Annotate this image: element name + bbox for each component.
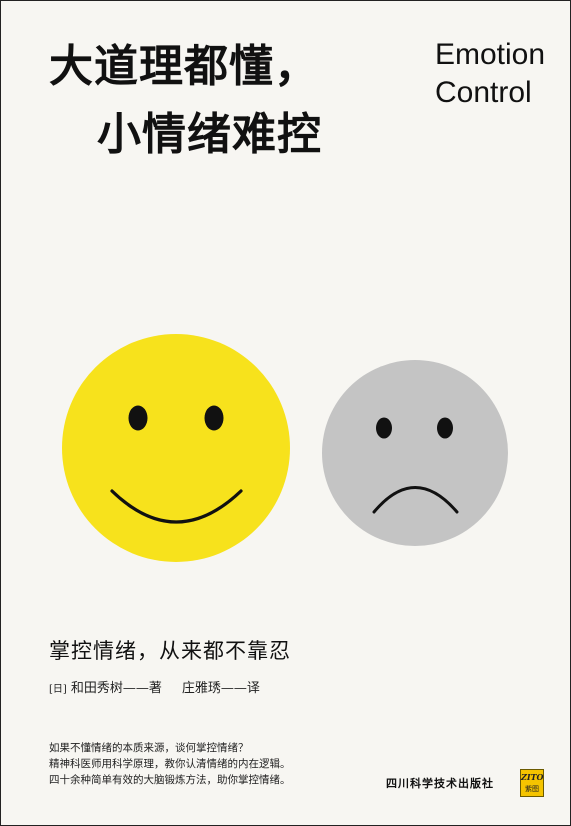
happy-face-right-eye [204,405,224,431]
publisher-name: 四川科学技术出版社 [386,777,494,790]
happy-face-disc [62,334,290,562]
imprint-logo-mark: ZITO [521,772,544,782]
imprint-logo-icon: ZITO 紫图 [520,769,544,797]
author-credits: [日] 和田秀树——著 庄雅琇——译 [49,677,260,696]
slogan: 掌控情绪，从来都不靠忍 [49,639,291,663]
blurb-line-1: 如果不懂情绪的本质来源，谈何掌控情绪？ [49,742,249,754]
book-cover: 大道理都懂， 小情绪难控 Emotion Control 掌控情绪，从来都不靠忍… [0,0,571,826]
sad-face-icon [322,360,508,546]
imprint-logo-name: 紫图 [525,785,539,793]
happy-face-icon [62,334,290,562]
author-name: 和田秀树——著 [70,681,162,696]
faces-illustration [62,334,508,562]
sad-face-right-eye [437,417,453,439]
sad-face-left-eye [376,417,392,439]
sad-face-disc [322,360,508,546]
translator-name: 庄雅琇——译 [181,681,260,696]
happy-face-left-eye [128,405,148,431]
blurb-line-3: 四十余种简单有效的大脑锻炼方法，助你掌控情绪。 [49,774,291,786]
blurb: 如果不懂情绪的本质来源，谈何掌控情绪？ 精神科医师用科学原理，教你认清情绪的内在… [49,740,291,788]
author-nationality: [日] [49,684,67,695]
blurb-line-2: 精神科医师用科学原理，教你认清情绪的内在逻辑。 [49,758,291,770]
